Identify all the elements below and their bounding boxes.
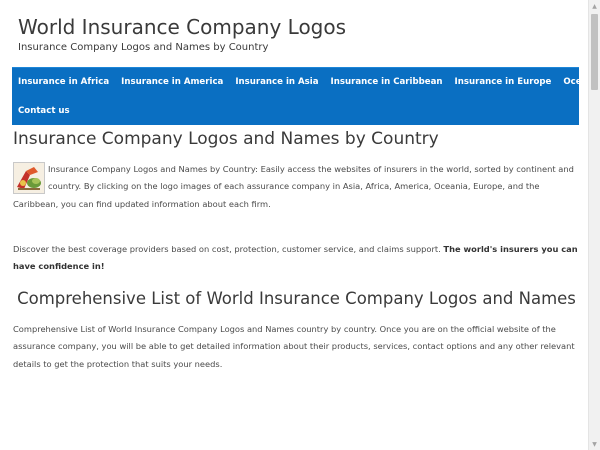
nav-item-asia[interactable]: Insurance in Asia [229, 68, 324, 97]
browser-viewport: World Insurance Company Logos Insurance … [0, 0, 600, 450]
site-title[interactable]: World Insurance Company Logos [18, 14, 578, 40]
list-paragraph: Comprehensive List of World Insurance Co… [13, 324, 575, 369]
nav-item-africa[interactable]: Insurance in Africa [12, 68, 115, 97]
main-content: Insurance Company Logos and Names by Cou… [13, 126, 580, 369]
discover-paragraph: Discover the best coverage providers bas… [13, 241, 580, 276]
page: World Insurance Company Logos Insurance … [0, 0, 588, 450]
intro-paragraph: Insurance Company Logos and Names by Cou… [13, 161, 580, 213]
insurance-thumbnail-image[interactable] [13, 162, 45, 194]
site-tagline: Insurance Company Logos and Names by Cou… [18, 42, 269, 53]
insurance-illustration-icon [14, 163, 44, 193]
nav-row: Contact us [12, 97, 76, 126]
nav-row: Insurance in Africa Insurance in America… [12, 68, 588, 97]
vertical-scrollbar[interactable]: ▲ ▼ [588, 0, 600, 450]
scroll-thumb[interactable] [591, 14, 598, 90]
scroll-up-arrow-icon[interactable]: ▲ [589, 0, 600, 12]
nav-item-europe[interactable]: Insurance in Europe [449, 68, 558, 97]
intro-text: Insurance Company Logos and Names by Cou… [13, 164, 574, 209]
scroll-down-arrow-icon[interactable]: ▼ [589, 438, 600, 450]
nav-item-caribbean[interactable]: Insurance in Caribbean [325, 68, 449, 97]
main-navigation: Insurance in Africa Insurance in America… [12, 67, 588, 126]
nav-item-america[interactable]: Insurance in America [115, 68, 229, 97]
nav-item-oceania[interactable]: Oceania Insurance [557, 68, 588, 97]
nav-item-contact[interactable]: Contact us [12, 97, 76, 126]
section-heading: Comprehensive List of World Insurance Co… [17, 289, 576, 308]
page-heading: Insurance Company Logos and Names by Cou… [13, 129, 439, 149]
discover-text: Discover the best coverage providers bas… [13, 244, 444, 254]
site-header: World Insurance Company Logos Insurance … [18, 14, 578, 55]
